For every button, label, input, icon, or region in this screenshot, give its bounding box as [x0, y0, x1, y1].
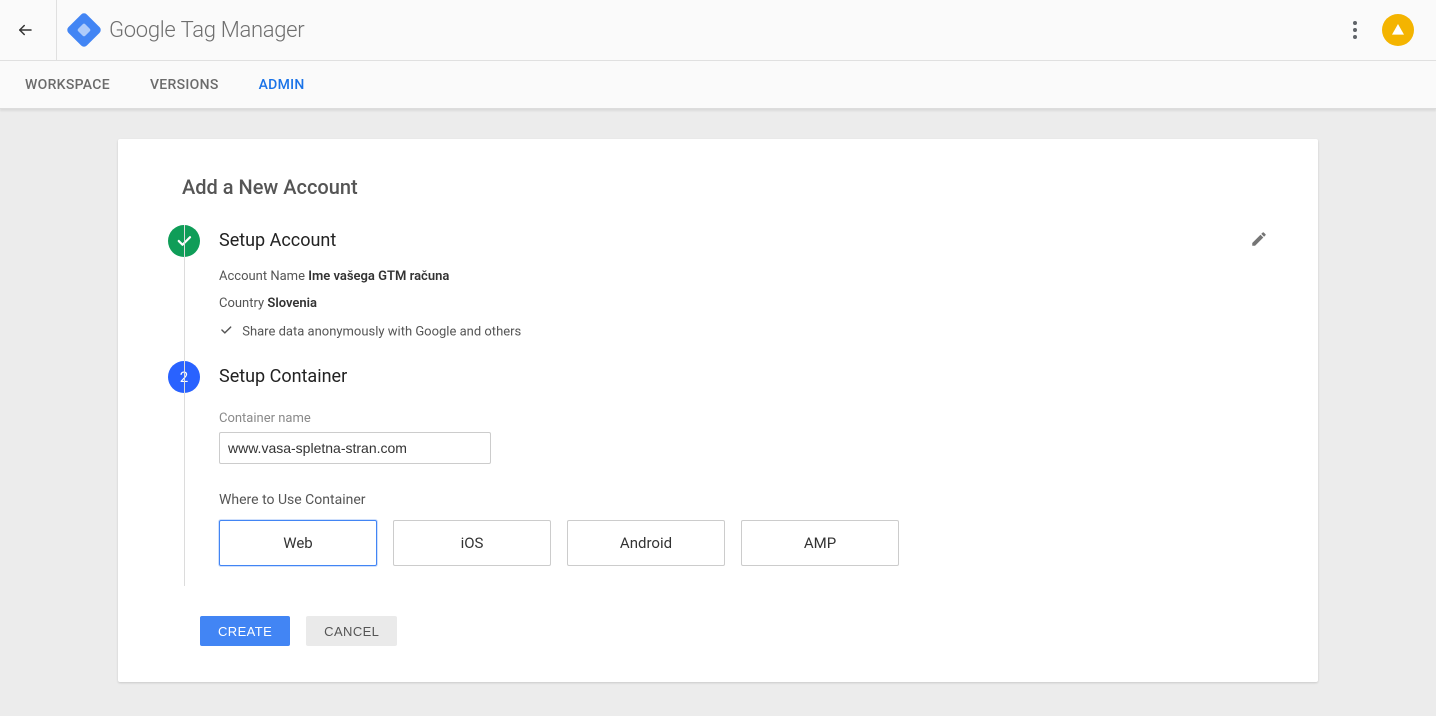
- step-1-title: Setup Account: [219, 225, 336, 257]
- tab-versions[interactable]: VERSIONS: [150, 77, 219, 93]
- option-android[interactable]: Android: [567, 520, 725, 566]
- avatar-glyph-icon: [1390, 22, 1406, 38]
- check-small-icon: [219, 323, 233, 337]
- container-type-options: Web iOS Android AMP: [219, 520, 1268, 566]
- arrow-left-icon: [16, 21, 34, 39]
- pencil-icon: [1250, 230, 1268, 248]
- account-card: Add a New Account Setup Account Account …: [118, 139, 1318, 682]
- step-2-title: Setup Container: [219, 361, 1268, 393]
- product-title: Google Tag Manager: [109, 18, 304, 43]
- back-button[interactable]: [14, 19, 36, 41]
- more-options-button[interactable]: [1346, 21, 1364, 39]
- app-header: Google Tag Manager: [0, 0, 1436, 61]
- step-setup-account: Setup Account Account Name Ime vašega GT…: [168, 225, 1268, 361]
- gtm-logo-icon: [66, 12, 103, 49]
- step-setup-container: 2 Setup Container Container name Where t…: [168, 361, 1268, 586]
- option-amp[interactable]: AMP: [741, 520, 899, 566]
- header-divider: [56, 0, 57, 61]
- tab-admin[interactable]: ADMIN: [259, 77, 305, 93]
- account-name-summary: Account Name Ime vašega GTM računa: [219, 269, 1268, 284]
- container-name-label: Container name: [219, 411, 1268, 426]
- where-to-use-label: Where to Use Container: [219, 492, 1268, 508]
- container-name-input[interactable]: [219, 432, 491, 464]
- product-logo[interactable]: Google Tag Manager: [71, 17, 304, 43]
- share-data-summary: Share data anonymously with Google and o…: [219, 323, 1268, 341]
- card-title: Add a New Account: [182, 175, 1268, 199]
- cancel-button[interactable]: CANCEL: [306, 616, 397, 646]
- action-buttons: CREATE CANCEL: [200, 616, 1268, 646]
- edit-account-button[interactable]: [1250, 230, 1268, 252]
- tab-bar: WORKSPACE VERSIONS ADMIN: [0, 61, 1436, 109]
- tab-workspace[interactable]: WORKSPACE: [25, 77, 110, 93]
- user-avatar[interactable]: [1382, 14, 1414, 46]
- option-ios[interactable]: iOS: [393, 520, 551, 566]
- create-button[interactable]: CREATE: [200, 616, 290, 646]
- option-web[interactable]: Web: [219, 520, 377, 566]
- country-summary: Country Slovenia: [219, 296, 1268, 311]
